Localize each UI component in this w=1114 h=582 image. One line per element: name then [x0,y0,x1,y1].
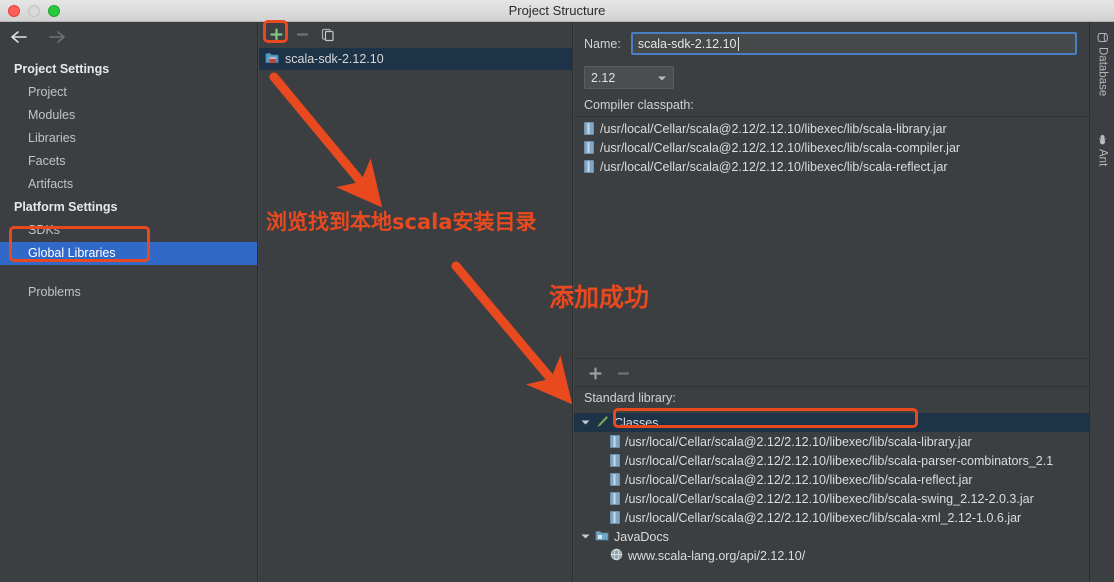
window-titlebar: Project Structure [0,0,1114,22]
tree-leaf-label: www.scala-lang.org/api/2.12.10/ [628,549,805,563]
tree-leaf-label: /usr/local/Cellar/scala@2.12/2.12.10/lib… [625,473,973,487]
library-detail-panel: Name: scala-sdk-2.12.10 2.12 Compiler cl… [574,22,1089,582]
jar-icon [610,473,620,486]
tree-leaf-label: /usr/local/Cellar/scala@2.12/2.12.10/lib… [625,511,1021,525]
toolbar-divider [574,386,1089,387]
scala-version-value: 2.12 [591,71,615,85]
list-item[interactable]: /usr/local/Cellar/scala@2.12/2.12.10/lib… [574,138,1089,157]
library-list: scala-sdk-2.12.10 [259,48,572,70]
sidebar-item-global-libraries[interactable]: Global Libraries [0,242,257,265]
tab-ant-label: Ant [1097,149,1109,166]
jar-icon [610,492,620,505]
sidebar-item-artifacts[interactable]: Artifacts [0,173,257,196]
library-icon [265,51,279,67]
settings-sidebar: Project Settings Project Modules Librari… [0,22,258,582]
back-arrow-icon[interactable] [8,26,30,48]
tab-database-label: Database [1097,47,1109,96]
tree-node-javadocs[interactable]: JavaDocs [574,527,1089,546]
sidebar-group-project-settings: Project Settings [0,58,257,81]
database-icon [1097,32,1109,43]
scala-version-select[interactable]: 2.12 [584,66,674,89]
classes-icon [595,415,609,431]
sidebar-item-modules[interactable]: Modules [0,104,257,127]
name-input-value: scala-sdk-2.12.10 [638,37,737,51]
window-controls [8,5,60,17]
compiler-classpath-list: /usr/local/Cellar/scala@2.12/2.12.10/lib… [574,116,1089,176]
library-list-toolbar [259,22,572,48]
jar-icon [610,511,620,524]
tree-leaf-label: /usr/local/Cellar/scala@2.12/2.12.10/lib… [625,454,1053,468]
tree-leaf-label: /usr/local/Cellar/scala@2.12/2.12.10/lib… [625,492,1034,506]
chevron-down-icon[interactable] [580,533,590,540]
project-structure-dialog: Project Structure Project Settings Proje… [0,0,1114,582]
standard-library-toolbar [574,360,1089,386]
compiler-classpath-label: Compiler classpath: [574,89,1089,116]
list-item-label: /usr/local/Cellar/scala@2.12/2.12.10/lib… [600,122,947,136]
tree-leaf-jar[interactable]: /usr/local/Cellar/scala@2.12/2.12.10/lib… [574,451,1089,470]
list-item-label: /usr/local/Cellar/scala@2.12/2.12.10/lib… [600,141,960,155]
list-item-label: /usr/local/Cellar/scala@2.12/2.12.10/lib… [600,160,948,174]
sidebar-item-sdks[interactable]: SDKs [0,219,257,242]
jar-icon [584,122,594,135]
jar-icon [584,141,594,154]
sidebar-spacer [0,265,257,281]
tree-node-label: JavaDocs [614,530,669,544]
name-input[interactable]: scala-sdk-2.12.10 [631,32,1077,55]
globe-icon [610,548,623,564]
standard-library-label: Standard library: [584,391,676,405]
sidebar-nav: Project Settings Project Modules Librari… [0,58,257,304]
remove-root-button [612,362,634,384]
tree-leaf-url[interactable]: www.scala-lang.org/api/2.12.10/ [574,546,1089,565]
chevron-down-icon[interactable] [580,419,590,426]
folder-icon [595,529,609,545]
tree-leaf-jar[interactable]: /usr/local/Cellar/scala@2.12/2.12.10/lib… [574,432,1089,451]
jar-icon [610,454,620,467]
tree-leaf-jar[interactable]: /usr/local/Cellar/scala@2.12/2.12.10/lib… [574,508,1089,527]
add-library-button[interactable] [265,24,287,46]
name-row: Name: scala-sdk-2.12.10 [574,22,1089,55]
panel-divider [574,358,1089,359]
ant-icon [1097,134,1109,145]
close-button[interactable] [8,5,20,17]
list-item[interactable]: /usr/local/Cellar/scala@2.12/2.12.10/lib… [574,157,1089,176]
global-libraries-list-panel: scala-sdk-2.12.10 [259,22,573,582]
name-label: Name: [584,37,621,51]
sidebar-group-platform-settings: Platform Settings [0,196,257,219]
tab-ant[interactable]: Ant [1090,130,1114,188]
remove-library-button [291,24,313,46]
tree-leaf-label: /usr/local/Cellar/scala@2.12/2.12.10/lib… [625,435,972,449]
tab-database[interactable]: Database [1090,28,1114,120]
list-item[interactable]: /usr/local/Cellar/scala@2.12/2.12.10/lib… [574,119,1089,138]
list-item[interactable]: scala-sdk-2.12.10 [259,48,572,70]
list-item-label: scala-sdk-2.12.10 [285,52,384,66]
sidebar-item-problems[interactable]: Problems [0,281,257,304]
zoom-button[interactable] [48,5,60,17]
library-roots-tree: Classes /usr/local/Cellar/scala@2.12/2.1… [574,413,1089,565]
tree-leaf-jar[interactable]: /usr/local/Cellar/scala@2.12/2.12.10/lib… [574,470,1089,489]
navigation-arrows [8,26,68,48]
chevron-down-icon [657,71,667,85]
window-title: Project Structure [0,3,1114,18]
tree-leaf-jar[interactable]: /usr/local/Cellar/scala@2.12/2.12.10/lib… [574,489,1089,508]
jar-icon [610,435,620,448]
tree-node-classes[interactable]: Classes [574,413,1089,432]
jar-icon [584,160,594,173]
copy-library-button[interactable] [317,24,339,46]
tree-node-label: Classes [614,416,658,430]
minimize-button[interactable] [28,5,40,17]
sidebar-item-libraries[interactable]: Libraries [0,127,257,150]
add-root-button[interactable] [584,362,606,384]
sidebar-item-project[interactable]: Project [0,81,257,104]
forward-arrow-icon [46,26,68,48]
sidebar-item-facets[interactable]: Facets [0,150,257,173]
text-caret [738,37,739,51]
tool-window-strip: Database Ant [1089,22,1114,582]
